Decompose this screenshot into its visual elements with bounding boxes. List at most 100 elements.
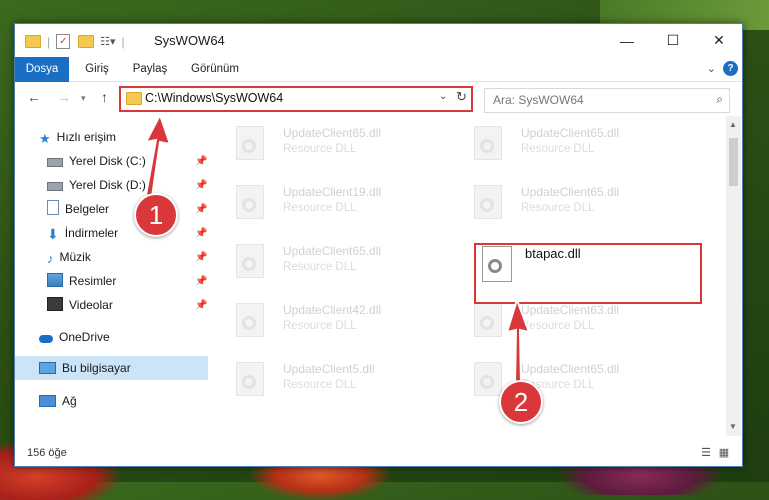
file-name: UpdateClient65.dll: [521, 362, 620, 376]
new-folder-icon[interactable]: [78, 35, 95, 48]
details-view-icon[interactable]: ☰: [699, 446, 713, 459]
tab-home[interactable]: Giriş: [77, 57, 117, 81]
list-item[interactable]: UpdateClient65.dll Resource DLL: [453, 181, 673, 231]
documents-icon: [47, 200, 59, 215]
scroll-down-icon[interactable]: ▼: [729, 422, 737, 431]
file-type: Resource DLL: [283, 379, 357, 391]
download-icon: ⬇: [47, 226, 59, 242]
file-name: UpdateClient63.dll: [521, 303, 620, 317]
dll-file-icon: [236, 244, 264, 278]
help-icon[interactable]: ?: [723, 61, 738, 76]
list-item[interactable]: UpdateClient19.dll Resource DLL: [215, 181, 435, 231]
file-name: UpdateClient65.dll: [283, 244, 382, 258]
pin-icon[interactable]: 📌: [195, 156, 207, 167]
file-name: UpdateClient65.dll: [283, 126, 382, 140]
list-item[interactable]: UpdateClient42.dll Resource DLL: [215, 299, 435, 349]
music-icon: ♪: [47, 251, 54, 266]
toolbar-separator: |: [47, 34, 51, 49]
search-input[interactable]: Ara: SysWOW64 ⌕: [484, 88, 730, 113]
file-type: Resource DLL: [283, 320, 357, 332]
pictures-icon: [47, 273, 63, 287]
large-icons-view-icon[interactable]: ▦: [717, 446, 731, 459]
explorer-window: | ✓ ☷▾ | SysWOW64 — ☐ ✕ Dosya Giriş Payl…: [14, 23, 743, 467]
file-name: UpdateClient5.dll: [283, 362, 375, 376]
up-icon[interactable]: ↑: [101, 89, 108, 105]
toolbar-separator: |: [121, 34, 125, 49]
sidebar-item-this-pc[interactable]: Bu bilgisayar: [39, 357, 131, 379]
tab-view[interactable]: Görünüm: [185, 57, 245, 81]
pin-icon[interactable]: 📌: [195, 228, 207, 239]
video-icon: [47, 297, 63, 311]
file-type: Resource DLL: [283, 143, 357, 155]
sidebar-item-label: Bu bilgisayar: [62, 361, 131, 375]
list-item[interactable]: UpdateClient65.dll Resource DLL: [215, 122, 435, 172]
cloud-icon: [39, 335, 53, 343]
chevron-down-icon[interactable]: ⌄: [707, 62, 716, 75]
sidebar-item-onedrive[interactable]: OneDrive: [39, 326, 110, 348]
computer-icon: [39, 362, 56, 374]
ribbon-tabs: Dosya Giriş Paylaş Görünüm ⌄ ?: [15, 57, 742, 107]
dll-file-icon: [236, 126, 264, 160]
recent-locations-icon[interactable]: ▾: [81, 93, 86, 104]
list-item[interactable]: UpdateClient65.dll Resource DLL: [453, 358, 673, 408]
dll-file-icon: [236, 303, 264, 337]
properties-icon[interactable]: ✓: [56, 34, 71, 49]
minimize-button[interactable]: —: [604, 24, 650, 57]
forward-icon[interactable]: →: [57, 89, 71, 105]
file-name: UpdateClient42.dll: [283, 303, 382, 317]
quick-access-toolbar: | ✓ ☷▾ |: [25, 34, 131, 49]
sidebar-item-label: Hızlı erişim: [56, 130, 116, 144]
pin-icon[interactable]: 📌: [195, 276, 207, 287]
file-type: Resource DLL: [521, 202, 595, 214]
navigation-row: ← → ▾ ↑ C:\Windows\SysWOW64 ⌄ ↻ Ara: Sys…: [15, 82, 742, 116]
drive-icon: [47, 182, 63, 191]
vertical-scrollbar[interactable]: ▲ ▼: [726, 116, 741, 436]
file-highlight-box: [474, 243, 702, 304]
step-badge-2: 2: [499, 380, 543, 424]
folder-icon[interactable]: [25, 35, 41, 48]
address-highlight-box: [119, 86, 473, 112]
maximize-button[interactable]: ☐: [650, 24, 696, 57]
sidebar-item-label: Müzik: [59, 250, 91, 264]
sidebar-item-downloads[interactable]: ⬇ İndirmeler: [47, 222, 118, 244]
sidebar-item-label: İndirmeler: [64, 226, 119, 240]
list-item[interactable]: UpdateClient65.dll Resource DLL: [215, 240, 435, 290]
list-item[interactable]: UpdateClient65.dll Resource DLL: [453, 122, 673, 172]
close-button[interactable]: ✕: [696, 24, 742, 57]
network-icon: [39, 395, 56, 407]
back-icon[interactable]: ←: [27, 89, 41, 105]
sidebar-item-quick-access[interactable]: ★ Hızlı erişim: [39, 126, 116, 148]
star-icon: ★: [39, 131, 51, 146]
pin-icon[interactable]: 📌: [195, 180, 207, 191]
sidebar-item-pictures[interactable]: Resimler: [47, 270, 116, 292]
tab-share[interactable]: Paylaş: [127, 57, 173, 81]
dll-file-icon: [474, 185, 502, 219]
sidebar-item-local-disk-d[interactable]: Yerel Disk (D:): [47, 174, 146, 196]
file-type: Resource DLL: [283, 261, 357, 273]
dll-file-icon: [236, 185, 264, 219]
pin-icon[interactable]: 📌: [195, 252, 207, 263]
dll-file-icon: [474, 303, 502, 337]
list-item[interactable]: UpdateClient63.dll Resource DLL: [453, 299, 673, 349]
pin-icon[interactable]: 📌: [195, 300, 207, 311]
item-count: 156 öğe: [27, 447, 67, 459]
scroll-up-icon[interactable]: ▲: [729, 120, 737, 129]
sidebar-item-music[interactable]: ♪ Müzik: [47, 246, 91, 268]
sidebar-item-label: Yerel Disk (D:): [69, 178, 146, 192]
list-item[interactable]: UpdateClient5.dll Resource DLL: [215, 358, 435, 408]
sidebar-item-label: Belgeler: [65, 202, 110, 216]
pin-icon[interactable]: 📌: [195, 204, 207, 215]
sidebar-item-documents[interactable]: Belgeler: [47, 198, 109, 220]
sidebar-item-label: Ağ: [62, 394, 77, 408]
scrollbar-thumb[interactable]: [729, 138, 738, 186]
sidebar-item-local-disk-c[interactable]: Yerel Disk (C:): [47, 150, 146, 172]
customize-toolbar-icon[interactable]: ☷▾: [100, 35, 115, 48]
file-type: Resource DLL: [521, 320, 595, 332]
sidebar-item-videos[interactable]: Videolar: [47, 294, 113, 316]
sidebar-item-network[interactable]: Ağ: [39, 390, 77, 412]
sidebar-item-label: OneDrive: [59, 330, 110, 344]
file-name: UpdateClient65.dll: [521, 185, 620, 199]
navigation-pane: ★ Hızlı erişim Yerel Disk (C:) 📌 Yerel Di…: [15, 116, 208, 436]
drive-icon: [47, 158, 63, 167]
step-badge-1: 1: [134, 193, 178, 237]
